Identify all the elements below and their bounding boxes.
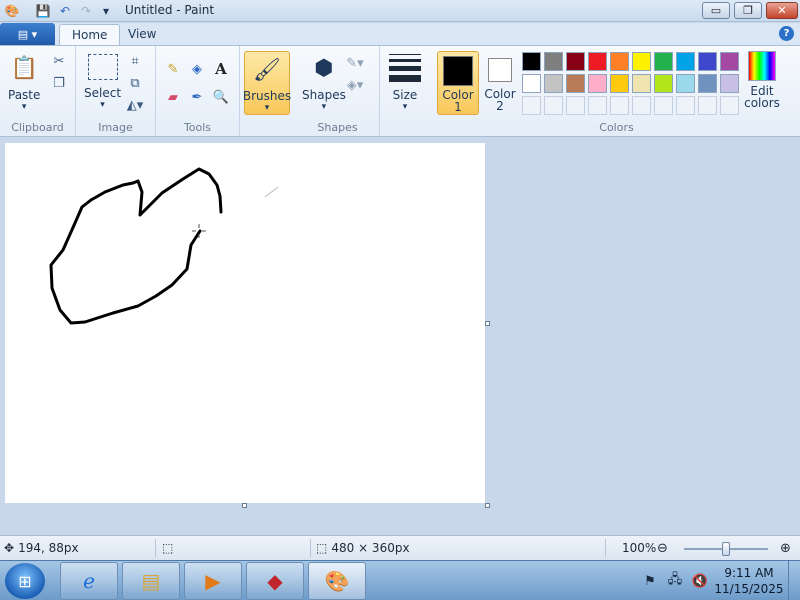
resize-handle-bottom[interactable] [242,503,247,508]
chevron-down-icon: ▾ [264,103,270,113]
system-clock[interactable]: 9:11 AM 11/15/2025 [712,565,786,597]
canvas-size-text: 480 × 360px [331,541,410,555]
zoom-in-icon[interactable]: ⊕ [780,541,791,556]
status-separator [155,539,156,557]
freehand-stroke [49,179,202,325]
undo-icon[interactable]: ↶ [57,3,73,19]
tab-view[interactable]: View [116,24,168,45]
show-desktop-button[interactable] [788,561,800,600]
start-button[interactable]: ⊞ [5,563,45,599]
action-center-flag-icon[interactable]: ⚑ [641,572,659,590]
shapes-group-label: Shapes [317,121,358,134]
freehand-stroke [136,167,223,217]
cursor-position-text: 194, 88px [18,541,79,555]
cut-icon[interactable]: ✂ [50,52,68,70]
resize-handle-corner[interactable] [485,503,490,508]
zoom-level: 100% [622,541,657,555]
tools-group-label: Tools [183,121,212,134]
faint-stroke [264,186,279,198]
chevron-down-icon: ▾ [100,100,105,110]
clock-time: 9:11 AM [724,566,774,580]
customize-quick-access-icon[interactable]: ▾ [98,3,114,19]
image-group: Select ▾ ⌗ ⧉ ◭▾ Image [76,46,156,136]
resize-handle-right[interactable] [485,321,490,326]
colors-group: Colors [434,46,799,136]
zoom-slider-thumb[interactable] [722,542,730,556]
shapes-icon: ⬢ [314,55,334,81]
eraser-icon[interactable]: ▰ [164,88,182,106]
file-explorer-icon[interactable]: ▤ [122,562,180,600]
drawing-strokes [49,167,279,325]
zoom-out-icon[interactable]: ⊖ [657,541,668,556]
minimize-button[interactable]: ▭ [702,2,730,19]
shapes-btn-label: Shapes [302,88,346,102]
tools-group: ✎ ◈ A ▰ ✒ 🔍 Tools [156,46,240,136]
size-button[interactable]: Size ▾ [386,54,424,112]
paint-app-icon[interactable]: 🎨 [4,3,20,19]
shapes-button[interactable]: ⬢ Shapes ▾ [302,52,346,113]
crop-icon[interactable]: ⌗ [126,52,144,70]
selection-size: ⬚ [162,541,177,555]
brushes-button[interactable]: 🖌 Brushes ▾ [242,51,292,115]
resize-icon[interactable]: ⧉ [126,74,144,92]
ribbon-tabs: ▤ ▾ Home View ? [0,23,800,45]
image-group-label: Image [98,121,133,134]
canvas-size: ⬚ 480 × 360px [316,541,410,555]
status-separator [605,539,606,557]
status-separator [310,539,311,557]
select-button[interactable]: Select ▾ [84,54,121,110]
paste-label: Paste [8,88,41,102]
select-label: Select [84,86,122,100]
brushes-label: Brushes [242,89,292,103]
help-icon[interactable]: ? [779,26,794,41]
pencil-icon[interactable]: ✎ [164,60,182,78]
selection-icon: ⬚ [162,541,174,555]
drawing-canvas[interactable] [5,143,485,503]
network-icon[interactable]: 🖧 [666,572,684,590]
chevron-down-icon: ▾ [321,102,327,112]
taskbar: ⊞ ℯ ▤ ▶ ◆ 🎨 ⚑ 🖧 🔇 9:11 AM 11/15/2025 [0,560,800,600]
move-cursor-icon: ✥ [4,541,15,555]
clipboard-group: 📋 Paste ▾ ✂ ❐ Clipboard [0,46,76,136]
volume-muted-icon[interactable]: 🔇 [691,572,709,590]
app-icon[interactable]: ◆ [246,562,304,600]
cursor-position: ✥ 194, 88px [4,541,79,555]
size-label: Size [392,88,418,102]
fill-bucket-icon[interactable]: ◈ [188,60,206,78]
copy-icon[interactable]: ❐ [50,74,68,92]
status-bar: ✥ 194, 88px ⬚ ⬚ 480 × 360px 100% ⊖ ⊕ [0,535,800,560]
fill-icon[interactable]: ◈▾ [346,76,364,94]
paste-button[interactable]: 📋 Paste ▾ [8,52,41,113]
window-title: Untitled - Paint [125,3,215,17]
paint-taskbar-icon[interactable]: 🎨 [308,562,366,600]
shapes-group: ⬢ Shapes ▾ ✎▾ ◈▾ Shapes [296,46,380,136]
text-tool-icon[interactable]: A [212,60,230,78]
canvas-area[interactable] [0,138,800,535]
colors-group-label: Colors [599,121,634,134]
chevron-down-icon: ▾ [402,102,408,112]
tab-home[interactable]: Home [59,24,121,45]
rotate-icon[interactable]: ◭▾ [126,96,144,114]
title-bar: 🎨 💾 ↶ ↷ ▾ Untitled - Paint ▭ ❐ ✕ [0,0,800,22]
ribbon: 📋 Paste ▾ ✂ ❐ Clipboard Select ▾ ⌗ ⧉ ◭▾ … [0,45,800,137]
brush-icon: 🖌 [253,57,281,83]
close-button[interactable]: ✕ [766,2,798,19]
redo-icon[interactable]: ↷ [78,3,94,19]
zoom-slider[interactable] [684,542,768,556]
magnifier-icon[interactable]: 🔍 [212,88,230,106]
select-rectangle-icon [87,54,118,80]
clipboard-icon: 📋 [10,55,38,81]
save-icon[interactable]: 💾 [35,3,51,19]
chevron-down-icon: ▾ [21,102,27,112]
clock-date: 11/15/2025 [714,582,784,596]
outline-icon[interactable]: ✎▾ [346,54,364,72]
color-picker-icon[interactable]: ✒ [188,88,206,106]
size-lines-icon [389,54,421,82]
canvas-size-icon: ⬚ [316,541,328,555]
internet-explorer-icon[interactable]: ℯ [60,562,118,600]
media-player-icon[interactable]: ▶ [184,562,242,600]
maximize-button[interactable]: ❐ [734,2,762,19]
file-menu-button[interactable]: ▤ ▾ [0,23,55,45]
clipboard-group-label: Clipboard [11,121,64,134]
